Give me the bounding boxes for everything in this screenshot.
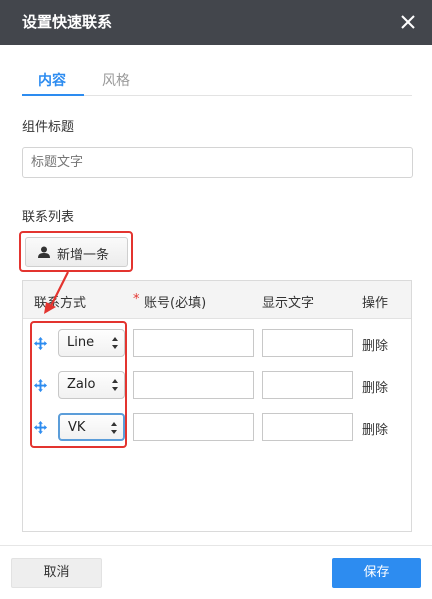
tab-bar: 内容 风格 bbox=[22, 66, 412, 96]
delete-link[interactable]: 删除 bbox=[362, 377, 388, 396]
tab-style[interactable]: 风格 bbox=[102, 70, 130, 90]
account-input[interactable] bbox=[133, 413, 254, 441]
dialog-title: 设置快速联系 bbox=[22, 13, 113, 31]
column-account: 账号(必填) bbox=[144, 296, 207, 311]
table-header: 联系方式 * 账号(必填) 显示文字 操作 bbox=[23, 281, 411, 319]
display-text-input[interactable] bbox=[262, 371, 353, 399]
display-text-input[interactable] bbox=[262, 413, 353, 441]
component-title-input[interactable] bbox=[22, 147, 413, 178]
display-text-input[interactable] bbox=[262, 329, 353, 357]
close-icon[interactable] bbox=[396, 10, 420, 34]
required-mark: * bbox=[133, 292, 140, 307]
account-input[interactable] bbox=[133, 371, 254, 399]
contact-list-label: 联系列表 bbox=[22, 210, 75, 225]
annotation-highlight-method-column bbox=[30, 321, 127, 448]
save-button[interactable]: 保存 bbox=[332, 558, 421, 588]
annotation-highlight-add-button bbox=[19, 231, 133, 272]
column-display-text: 显示文字 bbox=[262, 296, 315, 311]
component-title-label: 组件标题 bbox=[22, 120, 75, 135]
delete-link[interactable]: 删除 bbox=[362, 335, 388, 354]
column-action: 操作 bbox=[362, 296, 389, 311]
active-tab-indicator bbox=[22, 94, 84, 96]
delete-link[interactable]: 删除 bbox=[362, 419, 388, 438]
column-method: 联系方式 bbox=[34, 296, 87, 311]
account-input[interactable] bbox=[133, 329, 254, 357]
cancel-button[interactable]: 取消 bbox=[11, 558, 102, 588]
dialog-footer: 取消 保存 bbox=[0, 545, 432, 599]
dialog-header: 设置快速联系 bbox=[0, 0, 432, 45]
tab-content[interactable]: 内容 bbox=[38, 70, 66, 90]
